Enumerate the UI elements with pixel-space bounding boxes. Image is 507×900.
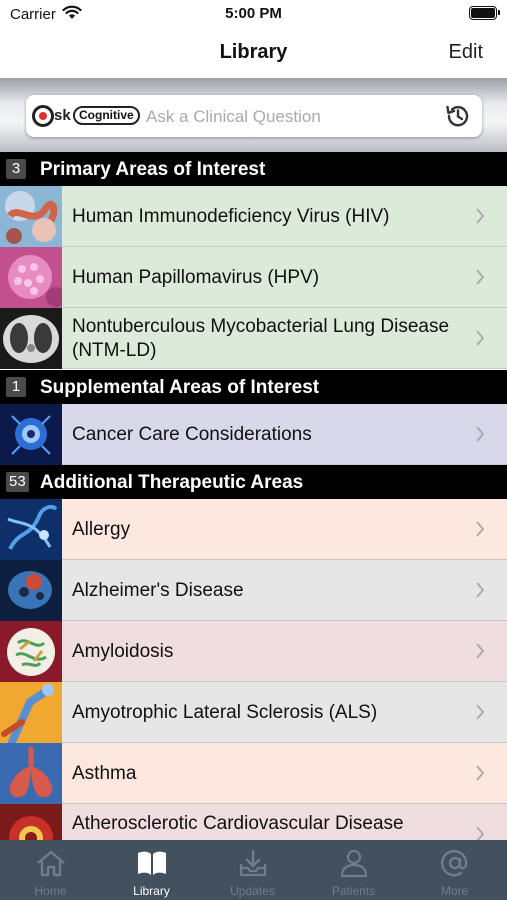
edit-button[interactable]: Edit xyxy=(449,41,483,64)
tab-updates[interactable]: Updates xyxy=(202,840,303,900)
chevron-right-icon xyxy=(476,330,485,346)
home-icon xyxy=(37,850,65,877)
status-bar: Carrier 5:00 PM xyxy=(0,0,507,28)
page-title: Library xyxy=(219,41,288,63)
list-item-asthma[interactable]: Asthma xyxy=(0,743,507,804)
tab-label: Updates xyxy=(230,884,275,898)
list-item-ntm-ld[interactable]: Nontuberculous Mycobacterial Lung Diseas… xyxy=(0,308,507,369)
cancer-care-thumbnail xyxy=(0,404,62,465)
chevron-right-icon xyxy=(476,765,485,781)
tab-patients[interactable]: Patients xyxy=(303,840,404,900)
history-icon[interactable] xyxy=(444,102,472,130)
section-header-primary: 3 Primary Areas of Interest xyxy=(0,152,507,186)
list-item-amyloidosis[interactable]: Amyloidosis xyxy=(0,621,507,682)
list-item-allergy[interactable]: Allergy xyxy=(0,499,507,560)
tab-bar: Home Library Updates Patients More xyxy=(0,840,507,900)
chevron-right-icon xyxy=(476,643,485,659)
section-count-badge: 53 xyxy=(6,472,29,492)
section-count-badge: 3 xyxy=(6,159,26,179)
list-item-cancer-care[interactable]: Cancer Care Considerations xyxy=(0,404,507,465)
als-thumbnail xyxy=(0,682,62,743)
chevron-right-icon xyxy=(476,208,485,224)
tab-label: Home xyxy=(34,884,67,898)
list-item-label: Human Immunodeficiency Virus (HIV) xyxy=(72,205,390,227)
chevron-right-icon xyxy=(476,269,485,285)
list-item-label: Human Papillomavirus (HPV) xyxy=(72,266,320,288)
asthma-thumbnail xyxy=(0,743,62,804)
hpv-thumbnail xyxy=(0,247,62,308)
section-title: Supplemental Areas of Interest xyxy=(40,377,320,398)
battery-icon xyxy=(469,6,500,20)
chevron-right-icon xyxy=(476,582,485,598)
chevron-right-icon xyxy=(476,521,485,537)
section-count-badge: 1 xyxy=(6,377,26,397)
section-title: Primary Areas of Interest xyxy=(40,159,266,180)
amyloidosis-thumbnail xyxy=(0,621,62,682)
navigation-bar: Library Edit xyxy=(0,28,507,78)
list-item-label: Alzheimer's Disease xyxy=(72,579,244,601)
at-icon xyxy=(440,849,468,877)
hiv-thumbnail xyxy=(0,186,62,247)
section-header-supplemental: 1 Supplemental Areas of Interest xyxy=(0,370,507,404)
list-item-label: Asthma xyxy=(72,762,137,784)
download-tray-icon xyxy=(239,849,267,877)
tab-library[interactable]: Library xyxy=(101,840,202,900)
alzheimers-thumbnail xyxy=(0,560,62,621)
tab-label: Patients xyxy=(331,884,376,898)
list-item-hpv[interactable]: Human Papillomavirus (HPV) xyxy=(0,247,507,308)
tab-label: More xyxy=(440,884,469,898)
tab-more[interactable]: More xyxy=(404,840,505,900)
chevron-right-icon xyxy=(476,704,485,720)
list-item-label: Nontuberculous Mycobacterial Lung Diseas… xyxy=(72,315,450,361)
ask-cognitive-logo: sk Cognitive xyxy=(32,105,140,127)
list-item-label: Amyotrophic Lateral Sclerosis (ALS) xyxy=(72,701,378,723)
search-box[interactable]: sk Cognitive xyxy=(26,95,482,137)
tab-label: Library xyxy=(133,884,170,898)
clinical-question-input[interactable] xyxy=(146,105,436,129)
book-icon xyxy=(138,851,166,875)
list-item-label: Cancer Care Considerations xyxy=(72,423,312,445)
chevron-right-icon xyxy=(476,426,485,442)
section-header-additional: 53 Additional Therapeutic Areas xyxy=(0,465,507,499)
list-item-als[interactable]: Amyotrophic Lateral Sclerosis (ALS) xyxy=(0,682,507,743)
allergy-thumbnail xyxy=(0,499,62,560)
tab-home[interactable]: Home xyxy=(0,840,101,900)
ntm-ld-thumbnail xyxy=(0,308,62,369)
search-area: sk Cognitive xyxy=(0,78,507,152)
list-item-label: Amyloidosis xyxy=(72,640,174,662)
list-item-hiv[interactable]: Human Immunodeficiency Virus (HIV) xyxy=(0,186,507,247)
list-item-label: Allergy xyxy=(72,518,131,540)
list-item-alzheimers[interactable]: Alzheimer's Disease xyxy=(0,560,507,621)
section-title: Additional Therapeutic Areas xyxy=(40,472,304,493)
status-time: 5:00 PM xyxy=(225,5,282,22)
person-icon xyxy=(340,849,368,878)
